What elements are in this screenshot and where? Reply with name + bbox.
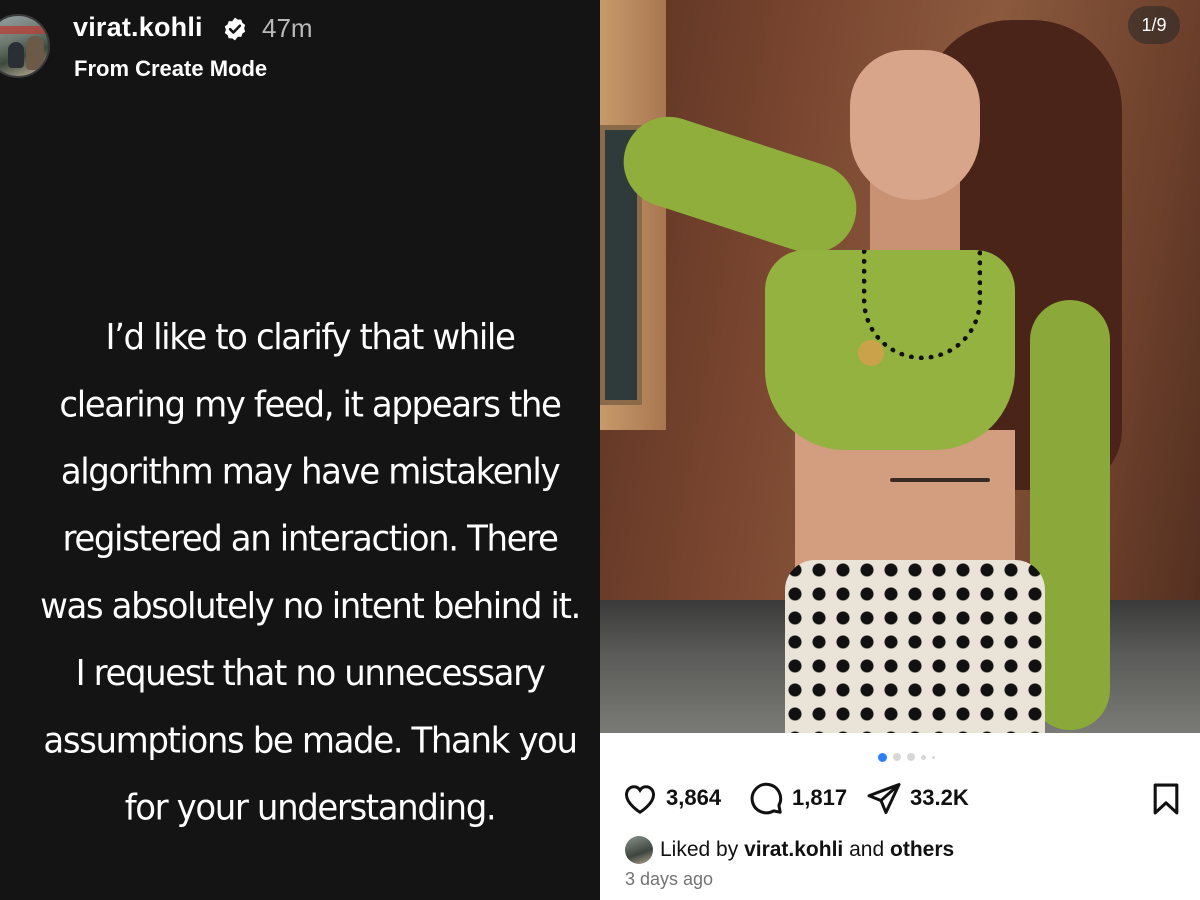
- comments-count: 1,817: [792, 785, 848, 810]
- carousel-dot: [921, 754, 926, 760]
- story-header: virat.kohli 47m From Create Mode: [0, 0, 600, 100]
- story-time: 47m: [262, 13, 313, 43]
- story-line: for your understanding.: [124, 787, 497, 829]
- liked-by-prefix: Liked by: [660, 838, 739, 861]
- post-photo[interactable]: 1/9: [600, 0, 1200, 733]
- story-line: I’d like to clarify that while: [105, 316, 516, 359]
- story-line: I request that no unnecessary: [75, 652, 546, 695]
- story-line: clearing my feed, it appears the: [59, 383, 562, 426]
- post-actions: 3,864 1,817 33.2K: [622, 778, 1182, 818]
- story-line: assumptions be made. Thank you: [43, 719, 578, 762]
- liked-by-others[interactable]: others: [890, 838, 954, 862]
- story-line: was absolutely no intent behind it.: [40, 585, 581, 628]
- like-button[interactable]: 3,864: [622, 778, 721, 818]
- liked-by: Liked by virat.kohli and others: [625, 835, 954, 865]
- carousel-dot: [907, 753, 915, 761]
- story-line: registered an interaction. There: [62, 518, 559, 561]
- verified-badge-icon: [224, 17, 246, 41]
- comment-icon: [750, 782, 783, 815]
- story-message: I’d like to clarify that while clearing …: [20, 304, 600, 842]
- likes-count: 3,864: [666, 785, 722, 810]
- avatar[interactable]: [0, 14, 50, 78]
- carousel-dot: [932, 755, 935, 759]
- liked-by-join: and: [849, 838, 885, 861]
- carousel-dots: [878, 752, 935, 762]
- story-username[interactable]: virat.kohli: [73, 12, 203, 43]
- heart-icon: [624, 785, 656, 815]
- share-icon: [867, 783, 901, 815]
- share-button[interactable]: 33.2K: [866, 778, 969, 818]
- story-panel: virat.kohli 47m From Create Mode I’d lik…: [0, 0, 600, 900]
- carousel-dot-active: [878, 752, 887, 762]
- story-line: algorithm may have mistakenly: [60, 451, 561, 493]
- post-time: 3 days ago: [625, 869, 714, 889]
- carousel-dot: [893, 753, 901, 761]
- post-panel: 1/9 3,864 1,817 33.2K Liked by virat.koh…: [600, 0, 1200, 900]
- liker-avatar[interactable]: [625, 836, 653, 864]
- image-counter: 1/9: [1128, 6, 1180, 44]
- story-subtitle: From Create Mode: [74, 56, 268, 81]
- bookmark-icon[interactable]: [1150, 782, 1182, 816]
- comment-button[interactable]: 1,817: [748, 778, 847, 818]
- shares-count: 33.2K: [910, 785, 969, 810]
- liked-by-user[interactable]: virat.kohli: [744, 838, 843, 862]
